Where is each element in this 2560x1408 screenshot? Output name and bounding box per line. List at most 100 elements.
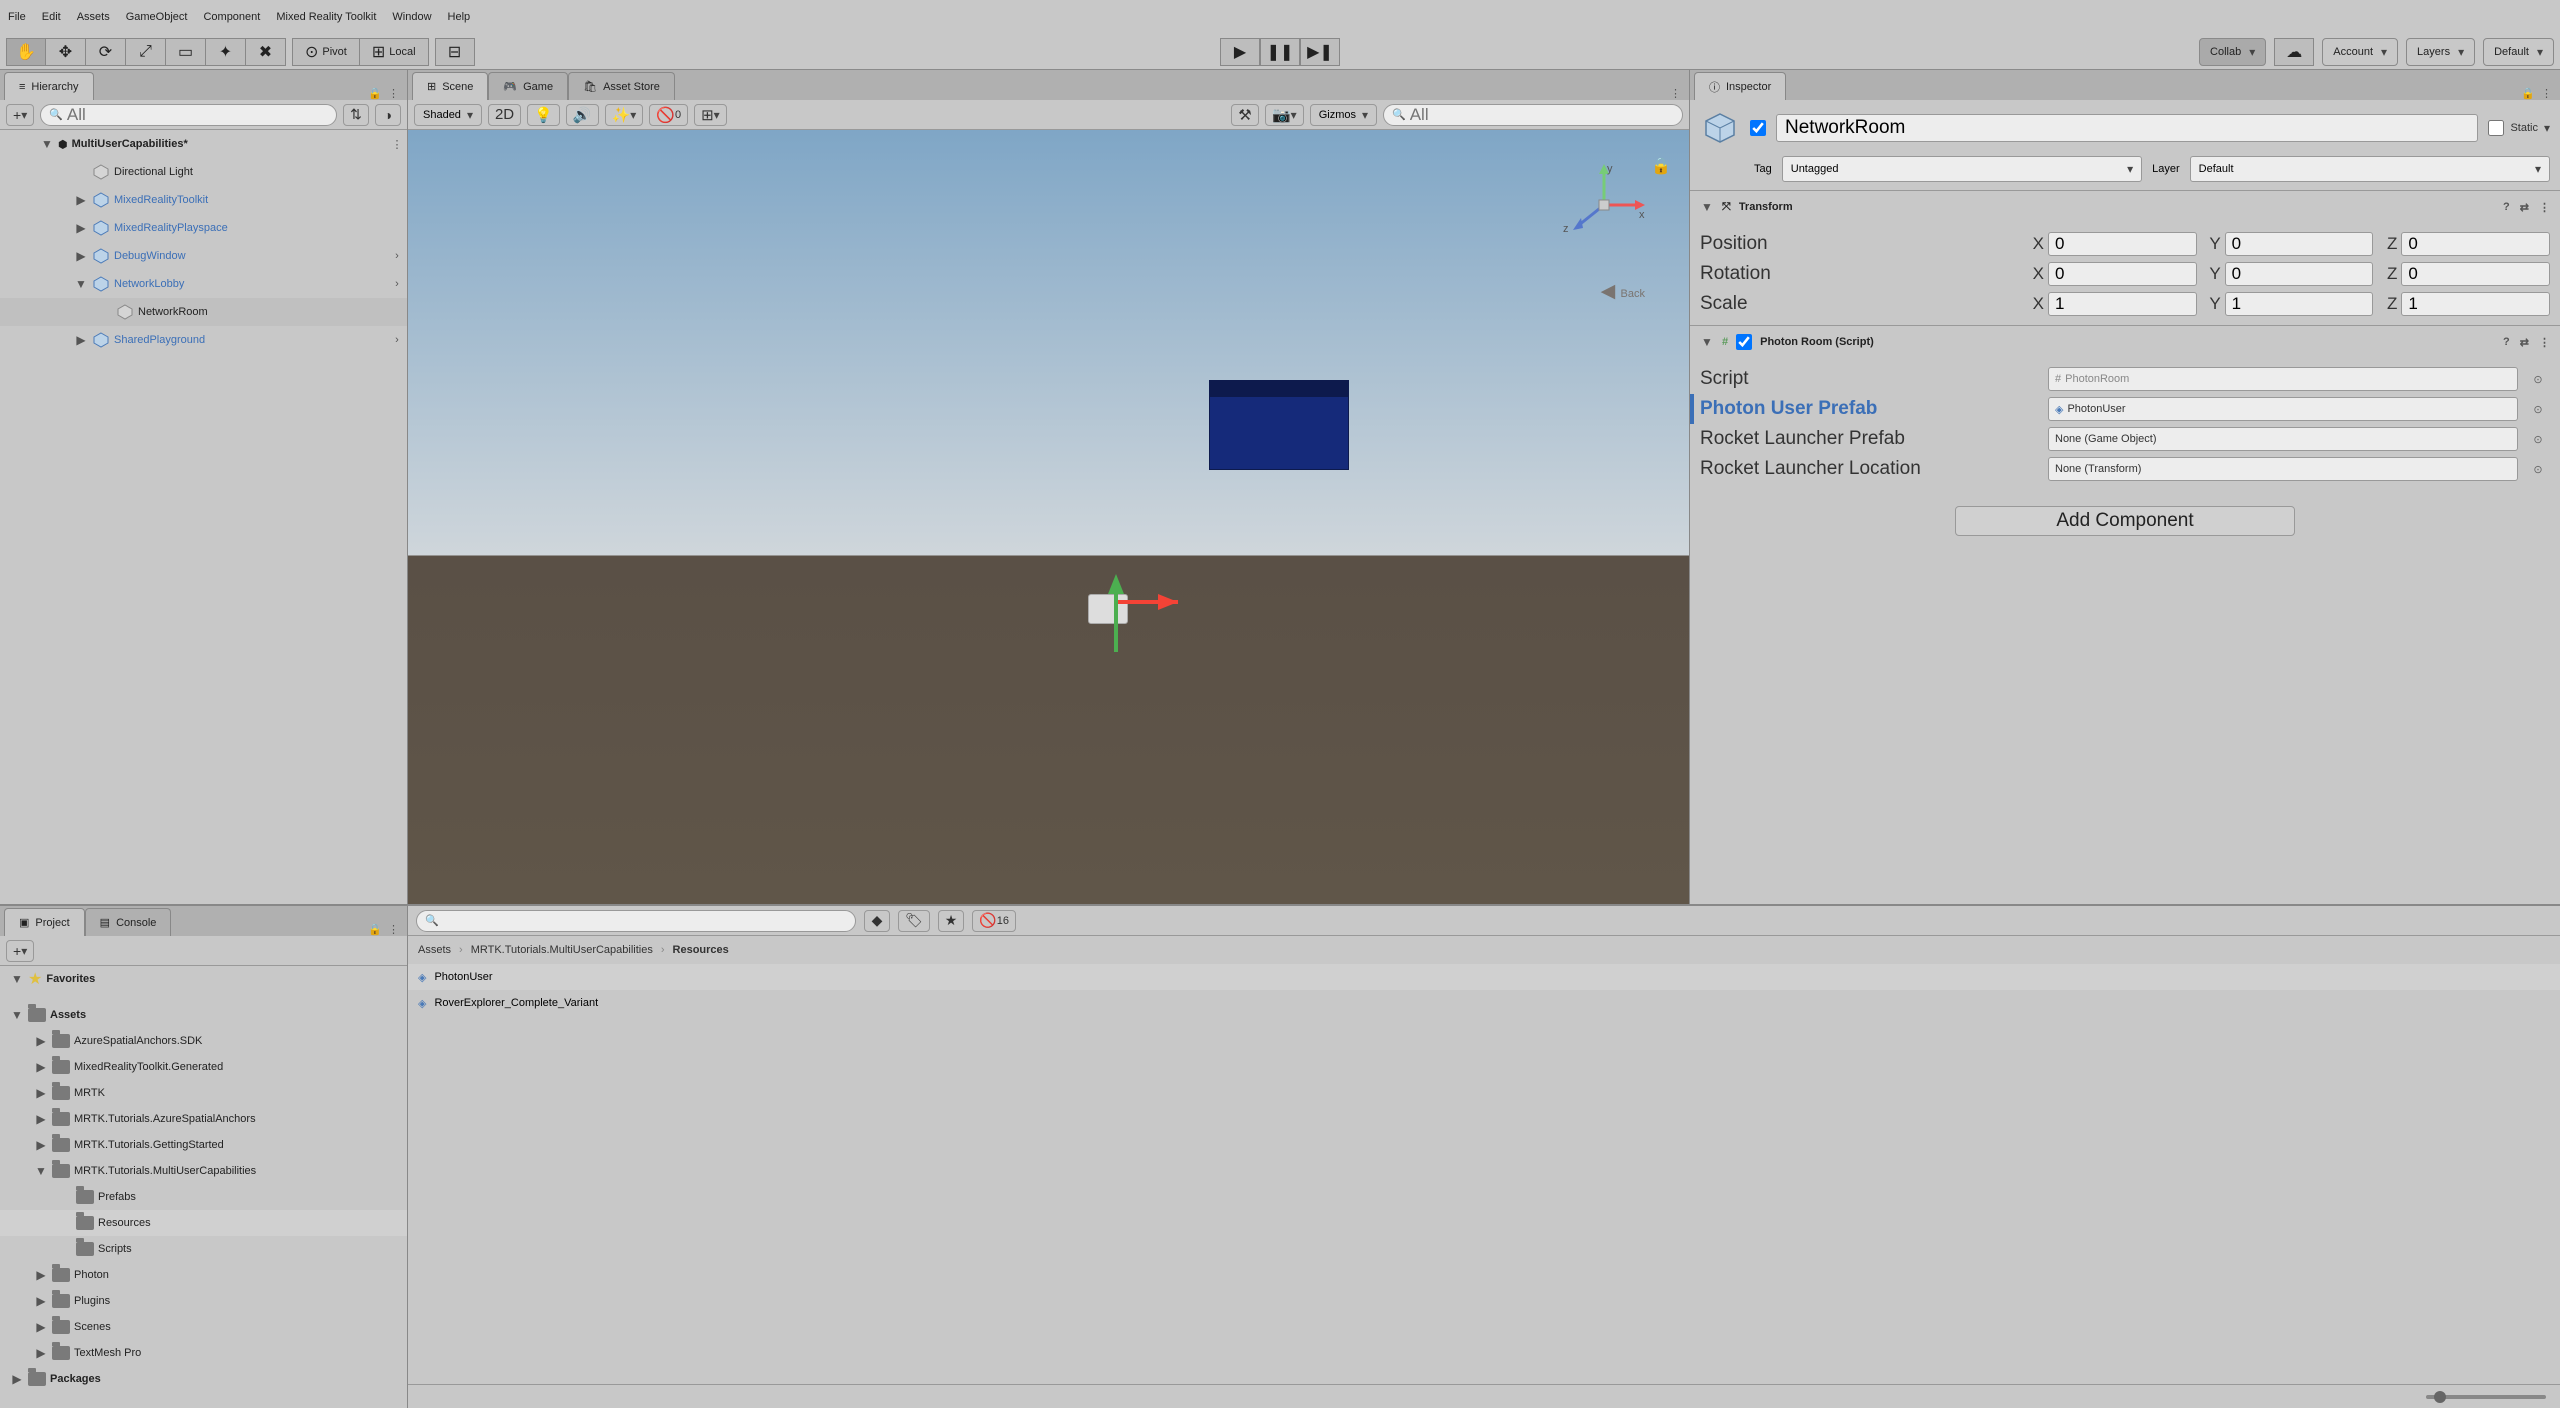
rl-prefab-field[interactable]: None (Game Object) bbox=[2048, 427, 2518, 451]
layer-dropdown[interactable]: Default▾ bbox=[2190, 156, 2550, 182]
asset-item[interactable]: ◈RoverExplorer_Complete_Variant bbox=[408, 990, 2560, 1016]
packages-row[interactable]: ▶ Packages bbox=[0, 1366, 407, 1392]
2d-toggle[interactable]: 2D bbox=[488, 104, 521, 126]
rl-loc-field[interactable]: None (Transform) bbox=[2048, 457, 2518, 481]
help-icon[interactable]: ? bbox=[2503, 201, 2510, 214]
vec-x[interactable]: 1 bbox=[2048, 292, 2197, 316]
vec-x[interactable]: 0 bbox=[2048, 262, 2197, 286]
tag-dropdown[interactable]: Untagged▾ bbox=[1782, 156, 2142, 182]
hierarchy-tab[interactable]: ≡ Hierarchy bbox=[4, 72, 94, 100]
object-picker[interactable]: ⊙ bbox=[2526, 433, 2550, 446]
help-icon[interactable]: ? bbox=[2503, 336, 2510, 349]
menu-mrtk[interactable]: Mixed Reality Toolkit bbox=[276, 11, 376, 23]
project-tree-item[interactable]: ▶MixedRealityToolkit.Generated bbox=[0, 1054, 407, 1080]
more-icon[interactable]: ⋮ bbox=[2539, 336, 2550, 349]
custom-tool[interactable]: ✖ bbox=[246, 38, 286, 66]
filter-by-label[interactable]: 🏷 bbox=[898, 910, 930, 932]
move-tool[interactable]: ✥ bbox=[46, 38, 86, 66]
game-tab[interactable]: 🎮Game bbox=[488, 72, 568, 100]
menu-component[interactable]: Component bbox=[203, 11, 260, 23]
breadcrumb-item[interactable]: Resources bbox=[673, 944, 729, 956]
preset-icon[interactable]: ⇄ bbox=[2520, 201, 2529, 214]
vec-y[interactable]: 1 bbox=[2225, 292, 2374, 316]
project-tree-item[interactable]: ▶MRTK.Tutorials.AzureSpatialAnchors bbox=[0, 1106, 407, 1132]
local-toggle[interactable]: ⊞Local bbox=[360, 38, 429, 66]
static-dropdown[interactable]: ▾ bbox=[2544, 121, 2550, 135]
hierarchy-sort[interactable]: ⇅ bbox=[343, 104, 369, 126]
create-dropdown[interactable]: + ▾ bbox=[6, 104, 34, 126]
user-prefab-field[interactable]: ◈PhotonUser bbox=[2048, 397, 2518, 421]
hidden-toggle[interactable]: 🚫0 bbox=[649, 104, 688, 126]
more-icon[interactable]: ⋮ bbox=[388, 923, 399, 936]
vec-y[interactable]: 0 bbox=[2225, 262, 2374, 286]
grid-toggle[interactable]: ⊞▾ bbox=[694, 104, 727, 126]
menu-window[interactable]: Window bbox=[392, 11, 431, 23]
asset-item[interactable]: ◈PhotonUser bbox=[408, 964, 2560, 990]
create-dropdown[interactable]: + ▾ bbox=[6, 940, 34, 962]
project-tree-item[interactable]: ▶Photon bbox=[0, 1262, 407, 1288]
step-button[interactable]: ▶❚ bbox=[1300, 38, 1340, 66]
scene-viewport[interactable]: y x z 🔒 ◀ Back bbox=[408, 130, 1689, 904]
project-tree-item[interactable]: ▶MRTK.Tutorials.GettingStarted bbox=[0, 1132, 407, 1158]
vec-y[interactable]: 0 bbox=[2225, 232, 2374, 256]
project-tree-item[interactable]: Resources bbox=[0, 1210, 407, 1236]
console-tab[interactable]: ▤Console bbox=[85, 908, 172, 936]
scene-row[interactable]: ▼ ⬢ MultiUserCapabilities* ⋮ bbox=[0, 130, 407, 158]
more-icon[interactable]: ⋮ bbox=[2541, 87, 2552, 100]
hidden-packages[interactable]: 🚫16 bbox=[972, 910, 1016, 932]
hierarchy-search[interactable] bbox=[67, 105, 328, 125]
preset-icon[interactable]: ⇄ bbox=[2520, 336, 2529, 349]
layers-dropdown[interactable]: Layers▾ bbox=[2406, 38, 2475, 66]
more-icon[interactable]: ⋮ bbox=[2539, 201, 2550, 214]
rotate-tool[interactable]: ⟳ bbox=[86, 38, 126, 66]
lock-icon[interactable]: 🔒 bbox=[368, 923, 382, 936]
persp-lock-icon[interactable]: 🔒 bbox=[1651, 156, 1671, 176]
project-tree-item[interactable]: ▶Plugins bbox=[0, 1288, 407, 1314]
scale-tool[interactable]: ⤢ bbox=[126, 38, 166, 66]
account-dropdown[interactable]: Account▾ bbox=[2322, 38, 2398, 66]
hierarchy-item[interactable]: ▶DebugWindow› bbox=[0, 242, 407, 270]
orientation-gizmo[interactable]: y x z bbox=[1559, 160, 1649, 250]
vec-z[interactable]: 0 bbox=[2401, 232, 2550, 256]
hierarchy-item[interactable]: ▶MixedRealityToolkit bbox=[0, 186, 407, 214]
scene-tab[interactable]: ⊞Scene bbox=[412, 72, 488, 100]
thumbnail-size-slider[interactable] bbox=[2426, 1395, 2546, 1399]
hierarchy-item[interactable]: ▶MixedRealityPlayspace bbox=[0, 214, 407, 242]
save-search[interactable]: ★ bbox=[938, 910, 965, 932]
menu-assets[interactable]: Assets bbox=[77, 11, 110, 23]
vec-z[interactable]: 0 bbox=[2401, 262, 2550, 286]
add-component-button[interactable]: Add Component bbox=[1955, 506, 2295, 536]
vec-x[interactable]: 0 bbox=[2048, 232, 2197, 256]
lock-icon[interactable]: 🔒 bbox=[2521, 87, 2535, 100]
debug-window-object[interactable] bbox=[1209, 380, 1349, 470]
hierarchy-item[interactable]: NetworkRoom bbox=[0, 298, 407, 326]
scene-more-icon[interactable]: ⋮ bbox=[387, 138, 407, 151]
more-icon[interactable]: ⋮ bbox=[388, 87, 399, 100]
lighting-toggle[interactable]: 💡 bbox=[527, 104, 560, 126]
inspector-tab[interactable]: ⓘInspector bbox=[1694, 72, 1786, 100]
fold-icon[interactable]: ▼ bbox=[1700, 200, 1714, 214]
maximize-icon[interactable]: ⋮ bbox=[1670, 87, 1681, 100]
project-tree-item[interactable]: Scripts bbox=[0, 1236, 407, 1262]
gizmos-dropdown[interactable]: Gizmos▾ bbox=[1310, 104, 1377, 126]
object-picker[interactable]: ⊙ bbox=[2526, 373, 2550, 386]
project-tree-item[interactable]: ▶MRTK bbox=[0, 1080, 407, 1106]
vec-z[interactable]: 1 bbox=[2401, 292, 2550, 316]
gameobject-active-checkbox[interactable] bbox=[1750, 120, 1766, 136]
audio-toggle[interactable]: 🔊 bbox=[566, 104, 599, 126]
menu-file[interactable]: File bbox=[8, 11, 26, 23]
project-tree-item[interactable]: ▶AzureSpatialAnchors.SDK bbox=[0, 1028, 407, 1054]
component-enabled-checkbox[interactable] bbox=[1736, 334, 1752, 350]
cloud-button[interactable]: ☁ bbox=[2274, 38, 2314, 66]
tools-toggle[interactable]: ⚒ bbox=[1231, 104, 1259, 126]
transform-tool[interactable]: ✦ bbox=[206, 38, 246, 66]
menu-edit[interactable]: Edit bbox=[42, 11, 61, 23]
shading-dropdown[interactable]: Shaded▾ bbox=[414, 104, 482, 126]
camera-toggle[interactable]: 📷▾ bbox=[1265, 104, 1304, 126]
gameobject-name-field[interactable]: NetworkRoom bbox=[1776, 114, 2478, 142]
filter-by-type[interactable]: ◆ bbox=[864, 910, 890, 932]
assets-row[interactable]: ▼ Assets bbox=[0, 1002, 407, 1028]
project-tree-item[interactable]: ▼MRTK.Tutorials.MultiUserCapabilities bbox=[0, 1158, 407, 1184]
scene-search[interactable] bbox=[1410, 105, 1674, 125]
favorites-row[interactable]: ▼★ Favorites bbox=[0, 966, 407, 992]
